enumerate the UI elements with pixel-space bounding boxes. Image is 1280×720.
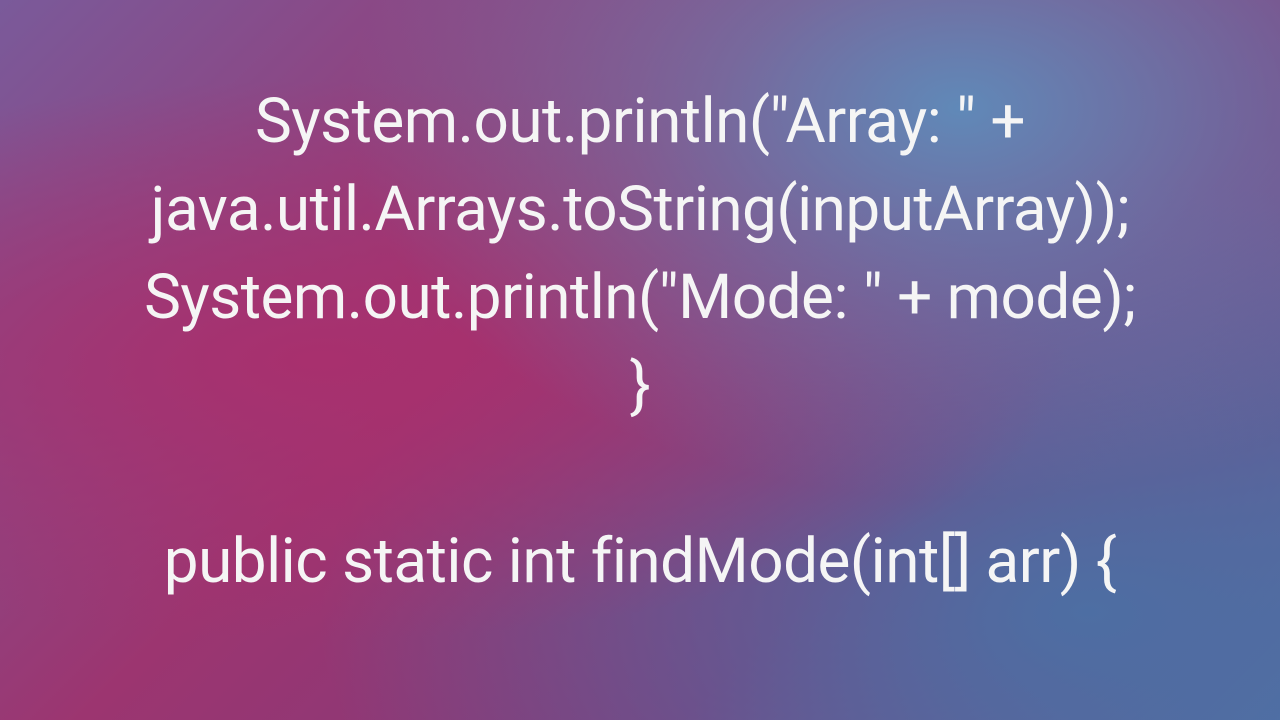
code-line-3: } [50,342,1230,430]
code-line-5: public static int findMode(int[] arr) { [50,518,1230,606]
code-line-1: System.out.println("Array: " + java.util… [50,78,1230,254]
code-line-2: System.out.println("Mode: " + mode); [50,254,1230,342]
code-line-4 [50,430,1230,518]
code-snippet: System.out.println("Array: " + java.util… [0,0,1280,606]
